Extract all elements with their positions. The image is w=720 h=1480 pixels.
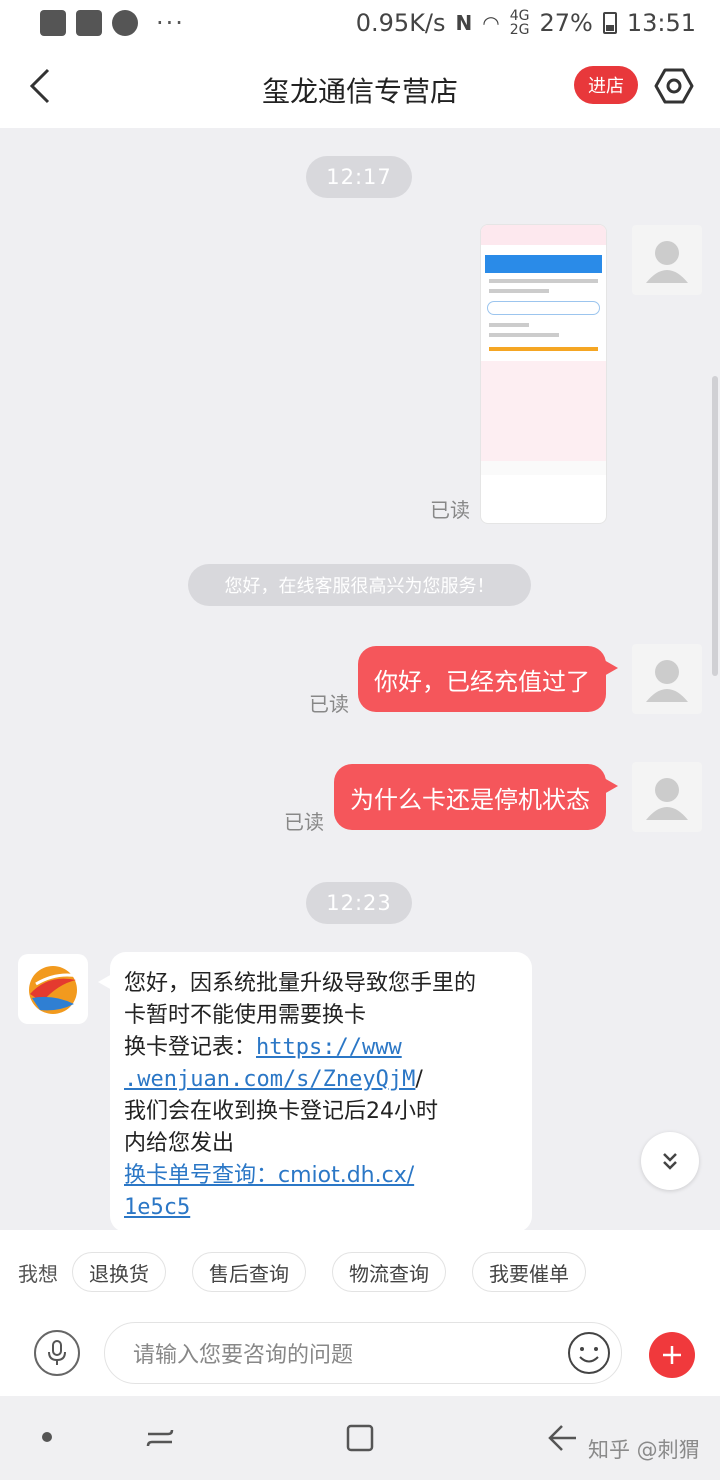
user-avatar[interactable] (632, 225, 702, 295)
nav-dot-icon[interactable] (42, 1432, 52, 1442)
more-button[interactable] (649, 1332, 695, 1378)
enter-store-button[interactable]: 进店 (574, 66, 638, 104)
browser-notification-icon (112, 10, 138, 36)
message-line: 卡暂时不能使用需要换卡 (124, 1003, 367, 1028)
screenshot-nav (481, 461, 606, 475)
watermark: 知乎 @刺猬 (588, 1438, 700, 1462)
screenshot-line (489, 279, 598, 283)
screenshot-image-message[interactable] (480, 224, 607, 524)
scrollbar[interactable] (712, 376, 718, 676)
message-line: 换卡单号查询：cmiot.dh.cx/ (124, 1160, 518, 1192)
quick-actions-bar: 我想 退换货 售后查询 物流查询 我要催单 (0, 1230, 720, 1314)
home-icon[interactable] (342, 1420, 378, 1456)
network-speed: 0.95K/s (355, 9, 446, 37)
recent-apps-icon[interactable] (142, 1420, 178, 1456)
screenshot-header (485, 255, 602, 273)
read-status: 已读 (430, 498, 470, 522)
message-line: 内给您发出 (124, 1131, 235, 1156)
shop-avatar[interactable] (18, 954, 88, 1024)
message-line: 1e5c5 (124, 1192, 518, 1224)
read-status: 已读 (309, 692, 349, 716)
smiley-icon (568, 1332, 610, 1374)
signal-icon: 4G 2G (509, 8, 530, 38)
message-line: 我们会在收到换卡登记后24小时 (124, 1099, 438, 1124)
settings-button[interactable] (654, 66, 694, 106)
link-slash: / (415, 1067, 423, 1092)
read-status: 已读 (284, 810, 324, 834)
screenshot-line (489, 333, 559, 337)
gear-icon (654, 68, 694, 104)
chip-after-sales[interactable]: 售后查询 (192, 1252, 306, 1292)
battery-percent: 27% (539, 9, 593, 37)
status-bar: ··· 0.95K/s N ◠ 4G 2G 27% 13:51 (0, 0, 720, 46)
tracking-link[interactable]: 1e5c5 (124, 1195, 190, 1220)
outgoing-message[interactable]: 为什么卡还是停机状态 (334, 764, 618, 830)
system-message: 您好，在线客服很高兴为您服务！ (188, 564, 531, 606)
timestamp: 12:17 (306, 156, 412, 198)
voice-button[interactable] (34, 1330, 80, 1376)
screenshot-button (487, 301, 600, 315)
double-chevron-down-icon (663, 1153, 677, 1170)
microphone-icon (48, 1340, 66, 1365)
screenshot-line (489, 323, 529, 327)
message-input[interactable]: 请输入您要咨询的问题 (104, 1322, 622, 1384)
nfc-icon: N (455, 11, 473, 35)
system-nav-bar: 知乎 @刺猬 (0, 1396, 720, 1480)
screenshot-line (489, 289, 549, 293)
emoji-button[interactable] (566, 1330, 612, 1376)
form-link[interactable]: https://www (256, 1035, 402, 1060)
incoming-message[interactable]: 您好，因系统批量升级导致您手里的 卡暂时不能使用需要换卡 换卡登记表：https… (98, 952, 532, 1232)
screenshot-progress (489, 347, 598, 351)
chip-urge-order[interactable]: 我要催单 (472, 1252, 586, 1292)
chip-return[interactable]: 退换货 (72, 1252, 166, 1292)
chat-header: 玺龙通信专营店 进店 (0, 46, 720, 128)
shop-logo-icon (29, 966, 79, 1014)
user-avatar[interactable] (632, 644, 702, 714)
battery-icon (602, 12, 617, 34)
message-line: .wenjuan.com/s/ZneyQjM/ (124, 1064, 518, 1096)
message-line: 您好，因系统批量升级导致您手里的 (124, 971, 477, 996)
screenshot-statusbar (481, 225, 606, 245)
wifi-icon: ◠ (482, 11, 500, 35)
screenshot-body (481, 361, 606, 461)
chat-area[interactable]: 12:17 已读 您好，在线客服很高兴为您服务！ 已读 你好，已经充值过了 已读… (0, 128, 720, 1232)
user-avatar-icon (646, 778, 688, 820)
status-left-icons: ··· (40, 9, 185, 37)
outgoing-message[interactable]: 你好，已经充值过了 (358, 646, 618, 712)
back-nav-icon[interactable] (544, 1420, 580, 1456)
tracking-link[interactable]: 换卡单号查询：cmiot.dh.cx/ (124, 1163, 414, 1188)
chip-logistics[interactable]: 物流查询 (332, 1252, 446, 1292)
timestamp: 12:23 (306, 882, 412, 924)
clock: 13:51 (626, 9, 696, 37)
image-notification-icon (76, 10, 102, 36)
message-line: 换卡登记表：https://www (124, 1032, 518, 1064)
scroll-to-bottom-button[interactable] (641, 1132, 699, 1190)
form-label: 换卡登记表： (124, 1035, 257, 1060)
plus-icon (663, 1346, 681, 1364)
quick-actions-label: 我想 (18, 1261, 58, 1286)
form-link[interactable]: .wenjuan.com/s/ZneyQjM (124, 1067, 415, 1092)
user-avatar[interactable] (632, 762, 702, 832)
input-bar: 请输入您要咨询的问题 (0, 1314, 720, 1396)
status-right: 0.95K/s N ◠ 4G 2G 27% 13:51 (356, 9, 696, 37)
user-avatar-icon (646, 660, 688, 702)
more-notifications-icon: ··· (156, 9, 185, 37)
app-notification-icon (40, 10, 66, 36)
user-avatar-icon (646, 241, 688, 283)
